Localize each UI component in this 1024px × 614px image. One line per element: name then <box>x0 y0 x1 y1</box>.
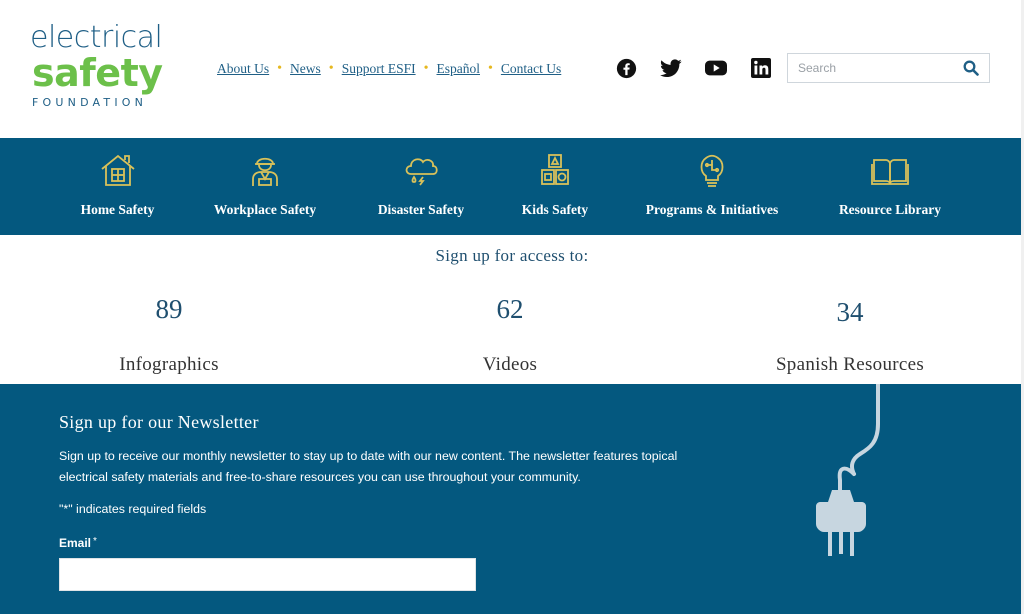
search-icon[interactable] <box>963 60 979 76</box>
nav-item-home-safety[interactable]: Home Safety <box>70 138 165 235</box>
social-links <box>615 57 772 79</box>
utility-nav: About Us • News • Support ESFI • Español… <box>217 60 561 78</box>
nav-item-workplace-safety[interactable]: Workplace Safety <box>203 138 327 235</box>
storm-cloud-icon <box>401 152 441 188</box>
nav-label: Workplace Safety <box>213 202 317 217</box>
email-label-text: Email <box>59 536 92 550</box>
stat-label: Infographics <box>119 354 219 375</box>
lightbulb-icon <box>692 152 732 188</box>
about-us-link[interactable]: About Us <box>217 61 269 77</box>
stat-number: 89 <box>155 294 183 324</box>
required-star: * <box>93 536 97 547</box>
facebook-icon[interactable] <box>615 57 637 79</box>
stats-heading: Sign up for access to: <box>435 246 589 265</box>
youtube-icon[interactable] <box>705 57 727 79</box>
site-header: electrical safety FOUNDATION About Us • … <box>0 0 1024 138</box>
book-icon <box>870 152 910 188</box>
nav-label: Resource Library <box>838 202 942 217</box>
logo-line-2: safety <box>32 51 163 95</box>
nav-label: Disaster Safety <box>377 202 465 217</box>
power-plug-icon <box>816 384 880 556</box>
stat-videos[interactable]: 62 Videos <box>390 294 630 376</box>
search-input[interactable] <box>788 54 958 82</box>
nav-item-disaster-safety[interactable]: Disaster Safety <box>366 138 476 235</box>
house-icon <box>98 152 138 188</box>
stat-spanish-resources[interactable]: 34 Spanish Resources <box>730 297 970 376</box>
nav-label: Home Safety <box>80 202 155 217</box>
separator-dot: • <box>328 61 334 76</box>
nav-item-programs-initiatives[interactable]: Programs & Initiatives <box>632 138 792 235</box>
email-label: Email * <box>59 536 97 550</box>
email-field[interactable] <box>59 558 476 591</box>
search-box <box>787 53 990 83</box>
linkedin-icon[interactable] <box>750 57 772 79</box>
main-nav: Home Safety Workplace Safety Disaster Sa… <box>0 138 1024 235</box>
newsletter-description: Sign up to receive our monthly newslette… <box>59 449 678 484</box>
blocks-icon <box>535 152 575 188</box>
news-link[interactable]: News <box>290 61 321 77</box>
stat-number: 62 <box>496 294 524 324</box>
stat-number: 34 <box>836 297 864 327</box>
contact-us-link[interactable]: Contact Us <box>501 61 561 77</box>
logo-line-1: electrical <box>30 20 163 55</box>
nav-item-kids-safety[interactable]: Kids Safety <box>512 138 598 235</box>
nav-label: Programs & Initiatives <box>645 202 779 217</box>
newsletter-section: Sign up for our Newsletter Sign up to re… <box>0 384 1024 614</box>
worker-icon <box>245 152 285 188</box>
required-fields-note: "*" indicates required fields <box>59 502 207 516</box>
espanol-link[interactable]: Español <box>437 61 481 77</box>
support-esfi-link[interactable]: Support ESFI <box>342 61 416 77</box>
logo-line-3: FOUNDATION <box>32 96 148 109</box>
nav-item-resource-library[interactable]: Resource Library <box>826 138 954 235</box>
stat-label: Spanish Resources <box>775 354 925 375</box>
nav-label: Kids Safety <box>521 202 589 217</box>
stat-infographics[interactable]: 89 Infographics <box>49 294 289 376</box>
twitter-icon[interactable] <box>660 57 682 79</box>
stat-label: Videos <box>482 354 538 375</box>
separator-dot: • <box>488 61 493 76</box>
site-logo[interactable]: electrical safety FOUNDATION <box>30 22 180 114</box>
newsletter-title: Sign up for our Newsletter <box>59 412 259 432</box>
stats-section: Sign up for access to: 89 Infographics 6… <box>0 235 1024 384</box>
separator-dot: • <box>277 61 283 76</box>
separator-dot: • <box>423 61 429 76</box>
